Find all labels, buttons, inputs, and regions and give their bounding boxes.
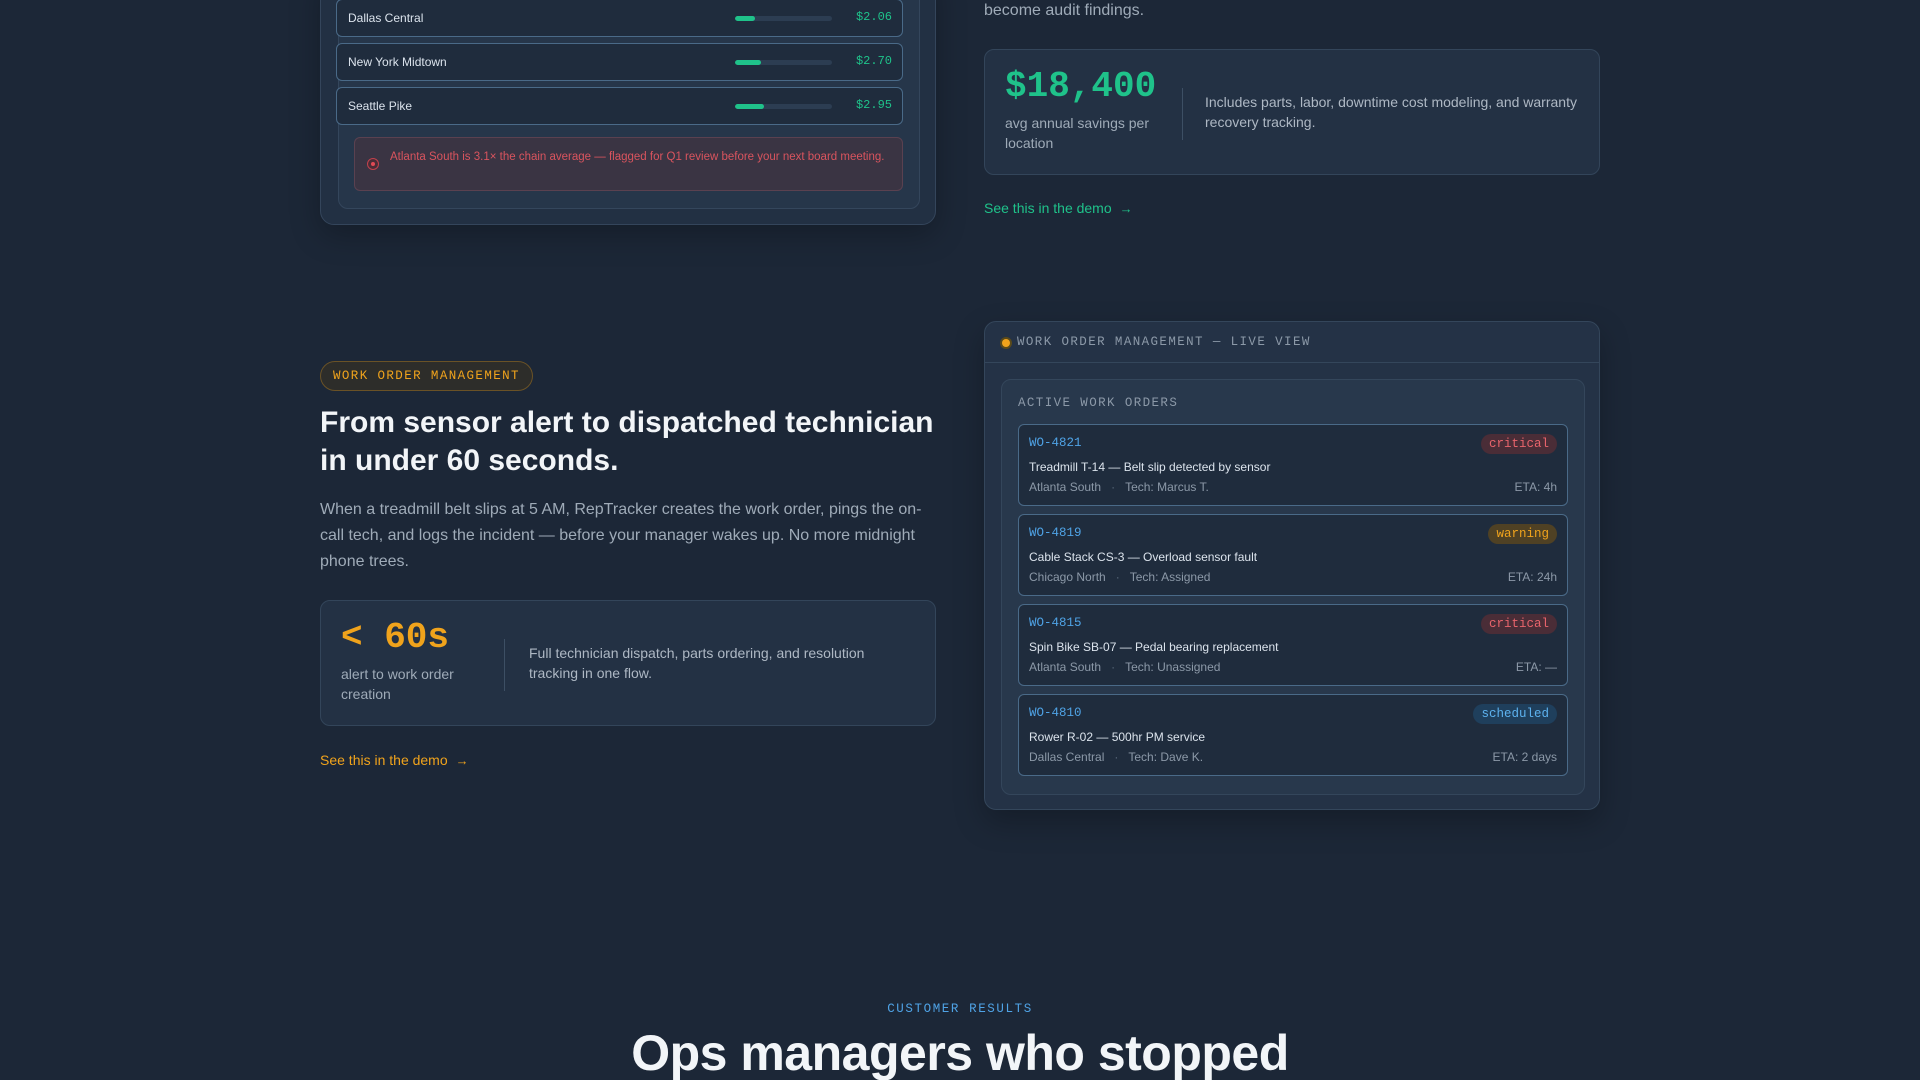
dispatch-stat-card: < 60s alert to work order creation Full … (320, 600, 936, 726)
work-order-tech: Tech: Assigned (1129, 570, 1211, 584)
arrow-right-icon: → (455, 752, 469, 768)
work-order-demo-link[interactable]: See this in the demo → (320, 752, 469, 768)
demo-link-label: See this in the demo (320, 752, 448, 768)
location-row[interactable]: Seattle Pike $2.95 (336, 87, 903, 125)
stat-divider (1182, 88, 1183, 140)
cost-bar-fill (735, 16, 756, 21)
work-order-tech: Tech: Unassigned (1125, 660, 1221, 674)
work-order-location: Chicago North (1029, 570, 1106, 584)
work-order-id: WO-4815 (1029, 616, 1082, 630)
work-order-eta: ETA: — (1515, 660, 1557, 674)
work-order-card[interactable]: WO-4819 warning Cable Stack CS-3 — Overl… (1018, 514, 1568, 596)
work-order-description: Spin Bike SB-07 — Pedal bearing replacem… (1029, 640, 1279, 654)
work-order-card[interactable]: WO-4815 critical Spin Bike SB-07 — Pedal… (1018, 604, 1568, 686)
dispatch-stat-description: Full technician dispatch, parts ordering… (529, 645, 865, 681)
alert-text: Atlanta South is 3.1× the chain average … (390, 151, 885, 163)
meta-separator: · (1111, 480, 1116, 494)
status-badge: critical (1480, 614, 1557, 634)
work-order-meta: Atlanta South · Tech: Marcus T. (1029, 480, 1209, 494)
active-work-orders-title: ACTIVE WORK ORDERS (1018, 396, 1179, 410)
work-order-id: WO-4810 (1029, 706, 1082, 720)
location-price: $2.95 (855, 98, 892, 112)
work-order-id: WO-4821 (1029, 436, 1082, 450)
live-view-header: WORK ORDER MANAGEMENT — LIVE VIEW (985, 322, 1599, 363)
location-row[interactable]: New York Midtown $2.70 (336, 43, 903, 81)
dispatch-stat-value: < 60s (341, 617, 450, 658)
section-headline: From sensor alert to dispatched technici… (320, 406, 934, 477)
savings-stat-card: $18,400 avg annual savings per location … (984, 49, 1600, 175)
chain-average-alert: Atlanta South is 3.1× the chain average … (354, 137, 903, 191)
location-price: $2.70 (855, 54, 892, 68)
status-badge: critical (1480, 434, 1557, 454)
work-order-card[interactable]: WO-4810 scheduled Rower R-02 — 500hr PM … (1018, 694, 1568, 776)
work-order-id: WO-4819 (1029, 526, 1082, 540)
location-name: Seattle Pike (348, 99, 413, 113)
work-order-eta: ETA: 2 days (1492, 750, 1557, 764)
live-view-title: WORK ORDER MANAGEMENT — LIVE VIEW (1017, 335, 1311, 349)
work-order-location: Dallas Central (1029, 750, 1105, 764)
work-order-meta: Dallas Central · Tech: Dave K. (1029, 750, 1203, 764)
stat-divider (504, 639, 505, 691)
work-order-location: Atlanta South (1029, 480, 1102, 494)
meta-separator: · (1111, 660, 1116, 674)
work-order-description: Cable Stack CS-3 — Overload sensor fault (1029, 550, 1258, 564)
work-order-tech: Tech: Marcus T. (1125, 480, 1209, 494)
live-status-dot-icon (1000, 337, 1012, 349)
savings-stat-label: avg annual savings per location (1005, 115, 1149, 151)
customer-results-headline: Ops managers who stopped (631, 1025, 1289, 1080)
cost-bar (735, 60, 832, 65)
savings-demo-link[interactable]: See this in the demo → (984, 200, 1133, 216)
dispatch-stat-label: alert to work order creation (341, 666, 454, 702)
cost-bar (735, 104, 832, 109)
meta-separator: · (1115, 570, 1120, 584)
section-trailing-text: become audit findings. (984, 2, 1145, 19)
work-order-card[interactable]: WO-4821 critical Treadmill T-14 — Belt s… (1018, 424, 1568, 506)
section-pill: WORK ORDER MANAGEMENT (320, 361, 533, 391)
location-name: Dallas Central (348, 11, 424, 25)
status-badge: warning (1488, 524, 1557, 544)
section-paragraph: When a treadmill belt slips at 5 AM, Rep… (320, 501, 922, 570)
location-name: New York Midtown (348, 55, 447, 69)
work-order-eta: ETA: 24h (1507, 570, 1557, 584)
savings-stat-value: $18,400 (1005, 66, 1157, 107)
work-order-location: Atlanta South (1029, 660, 1102, 674)
location-row[interactable]: Dallas Central $2.06 (336, 0, 903, 37)
cost-bar-fill (735, 104, 765, 109)
cost-bar-fill (735, 60, 762, 65)
demo-link-label: See this in the demo (984, 200, 1112, 216)
work-order-description: Treadmill T-14 — Belt slip detected by s… (1029, 460, 1271, 474)
work-order-eta: ETA: 4h (1514, 480, 1557, 494)
live-view-panel: WORK ORDER MANAGEMENT — LIVE VIEW ACTIVE… (984, 321, 1600, 810)
meta-separator: · (1114, 750, 1119, 764)
work-order-tech: Tech: Dave K. (1128, 750, 1204, 764)
work-order-meta: Chicago North · Tech: Assigned (1029, 570, 1210, 584)
customer-results-label: CUSTOMER RESULTS (887, 1002, 1033, 1016)
location-price: $2.06 (855, 10, 892, 24)
cost-bar (735, 16, 832, 21)
arrow-right-icon: → (1119, 200, 1133, 216)
active-work-orders: ACTIVE WORK ORDERS WO-4821 critical Trea… (1001, 379, 1585, 795)
savings-stat-description: Includes parts, labor, downtime cost mod… (1205, 94, 1577, 130)
work-order-description: Rower R-02 — 500hr PM service (1029, 730, 1206, 744)
alert-dot-icon (367, 158, 379, 170)
work-order-meta: Atlanta South · Tech: Unassigned (1029, 660, 1220, 674)
status-badge: scheduled (1473, 704, 1557, 724)
